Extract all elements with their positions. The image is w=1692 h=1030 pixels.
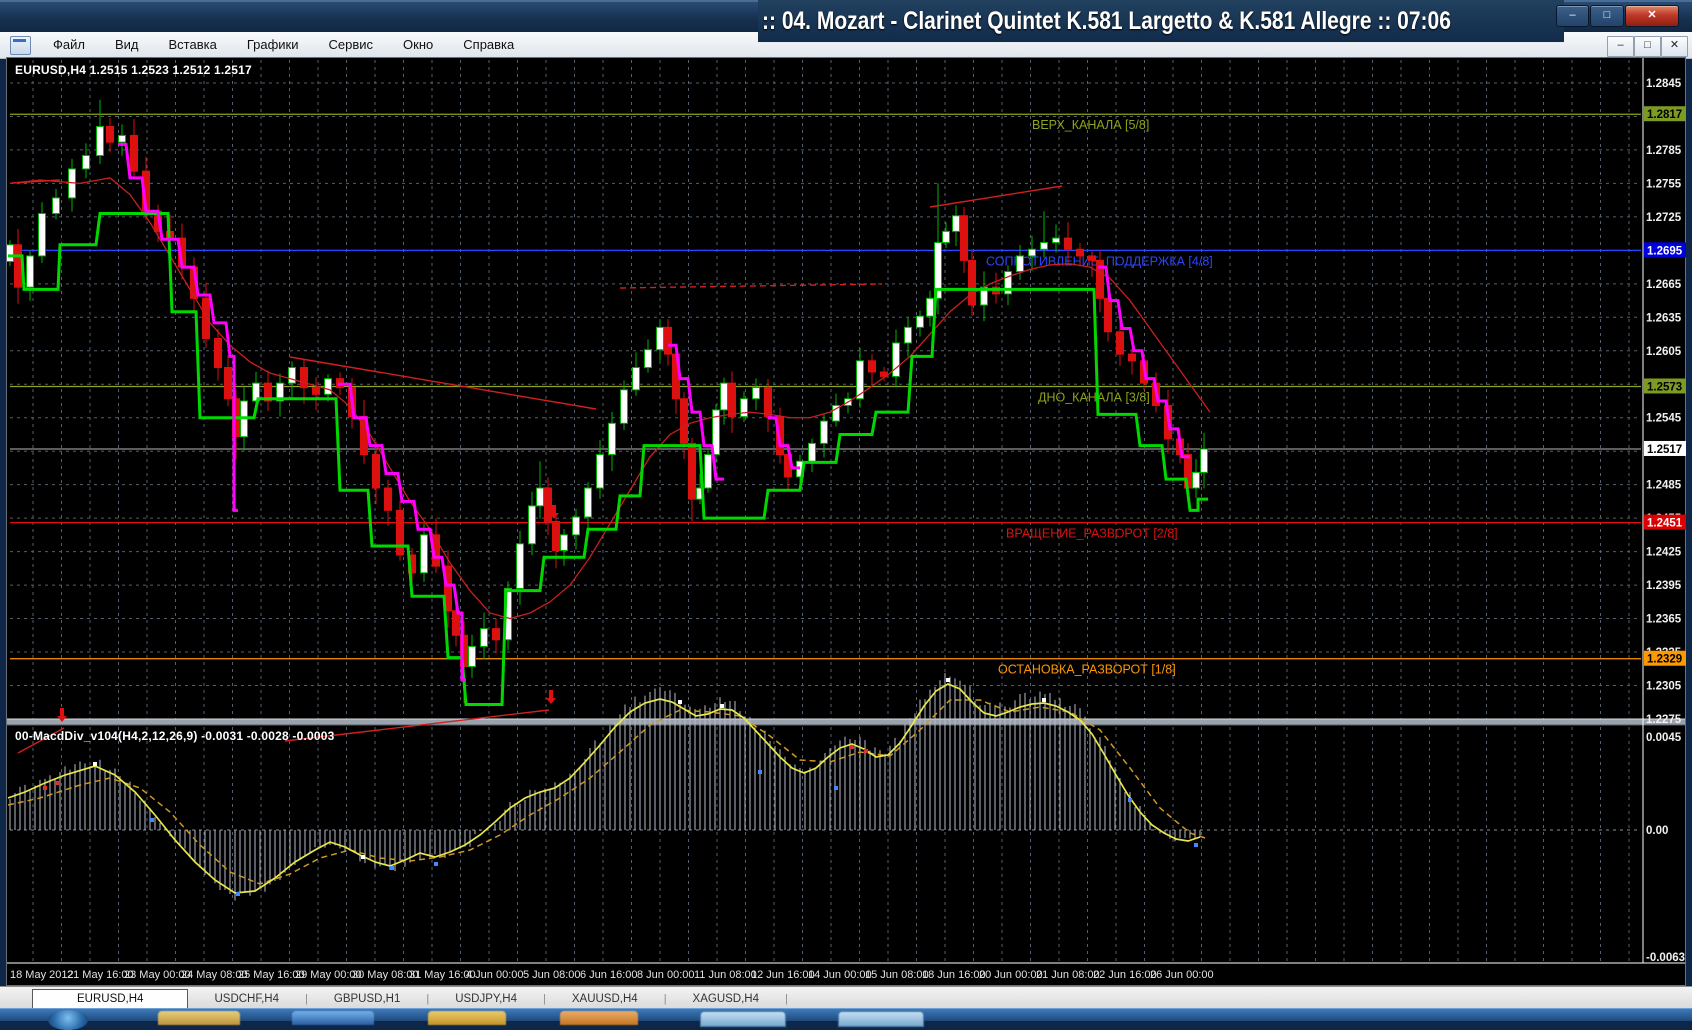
svg-text:1.2275: 1.2275 [1646, 714, 1682, 726]
menu-items: Файл Вид Вставка Графики Сервис Окно Спр… [38, 32, 529, 58]
svg-text:1.2451: 1.2451 [1647, 518, 1683, 530]
svg-text:ВЕРХ_КАНАЛА [5/8]: ВЕРХ_КАНАЛА [5/8] [1032, 118, 1149, 132]
svg-text:20 Jun 00:00: 20 Jun 00:00 [979, 969, 1043, 981]
menu-help[interactable]: Справка [448, 32, 529, 58]
menu-charts[interactable]: Графики [232, 32, 314, 58]
svg-text:-0.0063: -0.0063 [1646, 952, 1685, 964]
macd-indicator-header: 00-MacdDiv_v104(H4,2,12,26,9) -0.0031 -0… [15, 729, 335, 743]
tab-xauusd-h4[interactable]: XAUUSD,H4 [546, 990, 664, 1009]
svg-text:1.2573: 1.2573 [1647, 381, 1682, 393]
svg-text:1.2517: 1.2517 [1647, 444, 1682, 456]
svg-text:12 Jun 16:00: 12 Jun 16:00 [751, 969, 815, 981]
svg-text:1.2665: 1.2665 [1646, 279, 1682, 291]
windows-taskbar[interactable] [0, 1008, 1692, 1030]
svg-text:15 Jun 08:00: 15 Jun 08:00 [865, 969, 929, 981]
tab-usdchf-h4[interactable]: USDCHF,H4 [188, 990, 305, 1009]
svg-text:1.2425: 1.2425 [1646, 547, 1682, 559]
explorer-icon[interactable] [158, 1011, 240, 1025]
price-chart-canvas[interactable]: ВЕРХ_КАНАЛА [5/8]СОПРОТИВЛЕНИЕ_ПОДДЕРЖКА… [6, 57, 1686, 986]
minimize-button[interactable]: – [1556, 5, 1589, 27]
menu-file[interactable]: Файл [38, 32, 100, 58]
svg-text:1.2725: 1.2725 [1646, 212, 1682, 224]
svg-text:14 Jun 00:00: 14 Jun 00:00 [808, 969, 872, 981]
menu-insert[interactable]: Вставка [154, 32, 232, 58]
svg-text:ВРАЩЕНИЕ_РАЗВОРОТ [2/8]: ВРАЩЕНИЕ_РАЗВОРОТ [2/8] [1006, 527, 1178, 541]
svg-text:22 Jun 16:00: 22 Jun 16:00 [1093, 969, 1157, 981]
svg-text:1.2605: 1.2605 [1646, 346, 1682, 358]
tab-xagusd-h4[interactable]: XAGUSD,H4 [667, 990, 785, 1009]
menu-view[interactable]: Вид [100, 32, 154, 58]
tab-eurusd-h4[interactable]: EURUSD,H4 [32, 989, 189, 1009]
svg-text:ДНО_КАНАЛА [3/8]: ДНО_КАНАЛА [3/8] [1038, 390, 1150, 404]
svg-text:4 Jun 00:00: 4 Jun 00:00 [466, 969, 524, 981]
child-minimize-button[interactable]: – [1607, 36, 1634, 57]
tab-separator: | [785, 993, 788, 1005]
svg-text:1.2755: 1.2755 [1646, 178, 1682, 190]
svg-text:1.2817: 1.2817 [1647, 109, 1682, 121]
svg-text:0.0045: 0.0045 [1646, 732, 1682, 744]
time-axis: 18 May 201221 May 16:0023 May 00:0024 Ma… [10, 969, 1214, 981]
now-playing-title: :: 04. Mozart - Clarinet Quintet K.581 L… [762, 7, 1451, 35]
taskbar-window-icon[interactable] [838, 1011, 924, 1027]
taskbar-window-icon[interactable] [700, 1011, 786, 1027]
svg-text:1.2305: 1.2305 [1646, 681, 1682, 693]
svg-text:1.2785: 1.2785 [1646, 145, 1682, 157]
svg-text:21 Jun 08:00: 21 Jun 08:00 [1036, 969, 1100, 981]
start-orb-icon[interactable] [48, 1010, 88, 1030]
svg-text:11 Jun 08:00: 11 Jun 08:00 [694, 969, 757, 981]
svg-text:1.2545: 1.2545 [1646, 413, 1682, 425]
panel-separator [6, 718, 1686, 726]
svg-text:1.2635: 1.2635 [1646, 312, 1682, 324]
svg-text:1.2695: 1.2695 [1647, 245, 1683, 257]
svg-text:5 Jun 08:00: 5 Jun 08:00 [523, 969, 581, 981]
svg-text:8 Jun 00:00: 8 Jun 00:00 [637, 969, 695, 981]
symbol-ohlc-header: EURUSD,H4 1.2515 1.2523 1.2512 1.2517 [15, 63, 252, 77]
svg-text:1.2395: 1.2395 [1646, 580, 1682, 592]
svg-text:0.00: 0.00 [1646, 825, 1668, 837]
tab-usdjpy-h4[interactable]: USDJPY,H4 [429, 990, 543, 1009]
tab-gbpusd-h1[interactable]: GBPUSD,H1 [308, 990, 426, 1009]
svg-text:1.2845: 1.2845 [1646, 78, 1682, 90]
svg-text:1.2365: 1.2365 [1646, 614, 1682, 626]
child-close-button[interactable]: ✕ [1661, 36, 1688, 57]
menu-tools[interactable]: Сервис [314, 32, 389, 58]
maximize-button[interactable]: □ [1590, 5, 1624, 27]
menu-window[interactable]: Окно [388, 32, 448, 58]
app-icon-orange[interactable] [560, 1011, 638, 1025]
svg-text:ОСТАНОВКА_РАЗВОРОТ [1/8]: ОСТАНОВКА_РАЗВОРОТ [1/8] [998, 663, 1176, 677]
browser-icon[interactable] [292, 1011, 374, 1025]
svg-text:18 May 2012: 18 May 2012 [10, 969, 74, 981]
svg-text:6 Jun 16:00: 6 Jun 16:00 [580, 969, 638, 981]
svg-text:18 Jun 16:00: 18 Jun 16:00 [922, 969, 986, 981]
close-button[interactable]: ✕ [1625, 5, 1679, 27]
svg-text:26 Jun 00:00: 26 Jun 00:00 [1150, 969, 1214, 981]
title-overlay-strip: :: 04. Mozart - Clarinet Quintet K.581 L… [758, 0, 1564, 43]
chart-tab-bar: EURUSD,H4 USDCHF,H4 | GBPUSD,H1 | USDJPY… [0, 986, 1692, 1009]
app-icon-gold[interactable] [428, 1011, 506, 1025]
child-restore-button[interactable]: □ [1634, 36, 1661, 57]
chart-window-icon [10, 36, 31, 55]
svg-text:1.2329: 1.2329 [1647, 654, 1682, 666]
svg-text:1.2485: 1.2485 [1646, 480, 1682, 492]
